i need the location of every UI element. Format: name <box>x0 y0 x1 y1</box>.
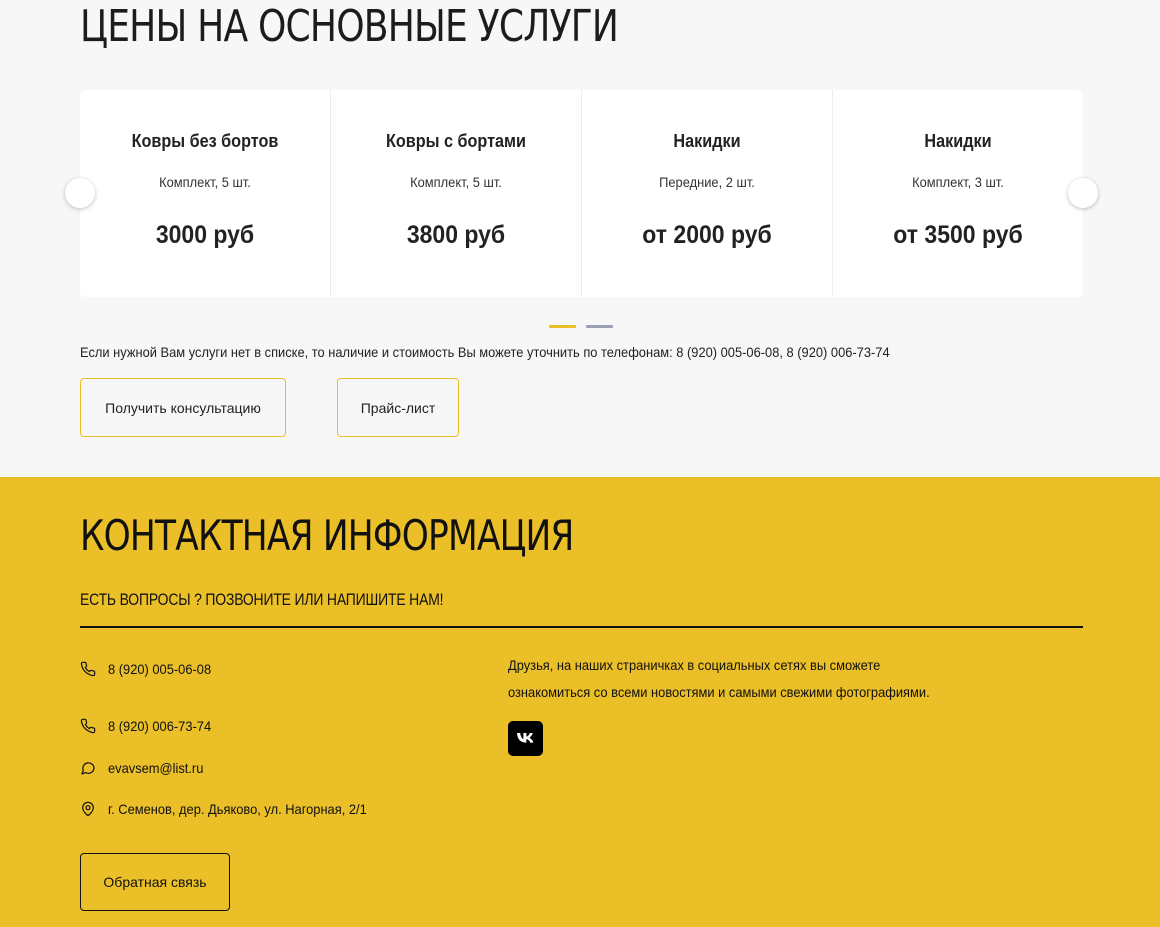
address-text: г. Семенов, дер. Дьяково, ул. Нагорная, … <box>108 801 367 817</box>
prices-note: Если нужной Вам услуги нет в списке, то … <box>80 344 890 360</box>
location-pin-icon <box>80 801 96 817</box>
price-list-button[interactable]: Прайс-лист <box>337 378 459 437</box>
carousel-pagination <box>549 325 613 328</box>
card-price: 3000 руб <box>155 221 255 249</box>
contacts-section: КОНТАКТНАЯ ИНФОРМАЦИЯ ЕСТЬ ВОПРОСЫ ? ПОЗ… <box>0 477 1160 927</box>
phone-icon <box>80 661 96 677</box>
phone-icon <box>80 718 96 734</box>
card-price: от 3500 руб <box>893 221 1023 249</box>
prices-section: ЦЕНЫ НА ОСНОВНЫЕ УСЛУГИ Ковры без бортов… <box>0 0 1160 477</box>
price-card: Ковры без бортов Комплект, 5 шт. 3000 ру… <box>80 90 331 297</box>
price-cards-carousel: Ковры без бортов Комплект, 5 шт. 3000 ру… <box>80 90 1083 297</box>
social-line-2: ознакомиться со всеми новостями и самыми… <box>508 684 930 700</box>
contacts-title: КОНТАКТНАЯ ИНФОРМАЦИЯ <box>80 511 574 560</box>
contact-email[interactable]: evavsem@list.ru <box>80 760 212 776</box>
carousel-prev-button[interactable] <box>65 178 95 208</box>
card-name: Ковры с бортами <box>386 131 526 151</box>
card-description: Передние, 2 шт. <box>659 174 755 190</box>
get-consultation-button[interactable]: Получить консультацию <box>80 378 286 437</box>
card-price: от 2000 руб <box>642 221 772 249</box>
prices-title: ЦЕНЫ НА ОСНОВНЫЕ УСЛУГИ <box>80 1 619 52</box>
carousel-next-button[interactable] <box>1068 178 1098 208</box>
contact-address: г. Семенов, дер. Дьяково, ул. Нагорная, … <box>80 801 389 817</box>
contact-phone-1[interactable]: 8 (920) 005-06-08 <box>80 661 220 677</box>
phone-text: 8 (920) 006-73-74 <box>108 718 212 734</box>
divider <box>80 626 1083 628</box>
contact-phone-2[interactable]: 8 (920) 006-73-74 <box>80 718 220 734</box>
email-text: evavsem@list.ru <box>108 760 204 776</box>
social-line-1: Друзья, на наших страничках в социальных… <box>508 657 881 673</box>
contacts-subtitle: ЕСТЬ ВОПРОСЫ ? ПОЗВОНИТЕ ИЛИ НАПИШИТЕ НА… <box>80 590 444 609</box>
price-card: Ковры с бортами Комплект, 5 шт. 3800 руб <box>331 90 582 297</box>
vk-icon[interactable] <box>508 721 543 756</box>
card-price: 3800 руб <box>406 221 506 249</box>
card-name: Накидки <box>673 131 741 151</box>
phone-text: 8 (920) 005-06-08 <box>108 661 212 677</box>
vk-logo-icon <box>516 732 533 743</box>
card-description: Комплект, 5 шт. <box>410 174 502 190</box>
price-card: Накидки Комплект, 3 шт. от 3500 руб <box>833 90 1083 297</box>
card-name: Накидки <box>924 131 992 151</box>
card-description: Комплект, 5 шт. <box>159 174 251 190</box>
chat-bubble-icon <box>80 760 96 776</box>
carousel-dot-2[interactable] <box>586 325 613 328</box>
price-card: Накидки Передние, 2 шт. от 2000 руб <box>582 90 833 297</box>
card-name: Ковры без бортов <box>131 131 279 151</box>
feedback-button[interactable]: Обратная связь <box>80 853 230 911</box>
card-description: Комплект, 3 шт. <box>912 174 1004 190</box>
carousel-dot-1[interactable] <box>549 325 576 328</box>
social-description: Друзья, на наших страничках в социальных… <box>508 652 1008 706</box>
